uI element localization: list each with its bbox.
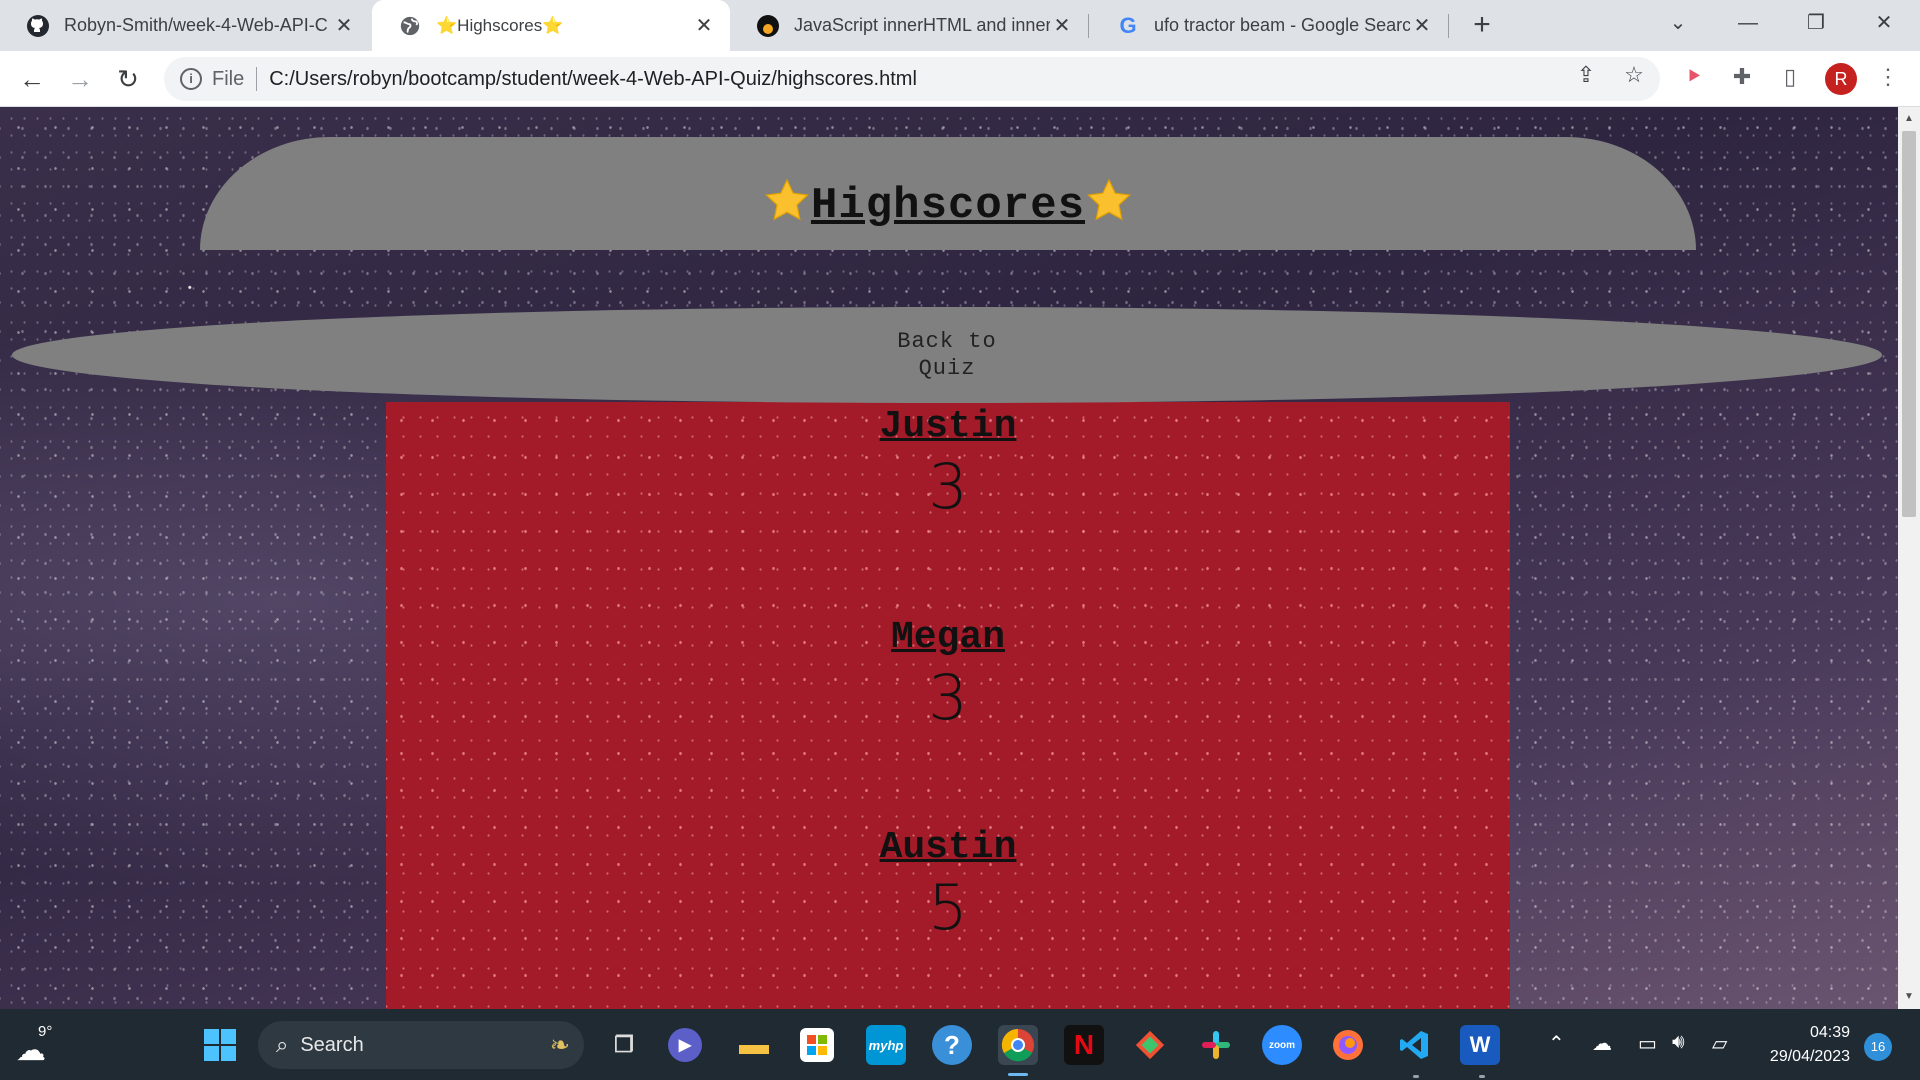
side-panel-icon[interactable]: ▯ bbox=[1776, 63, 1804, 91]
screencastify-icon[interactable]: ⯈ bbox=[1680, 63, 1708, 91]
back-to-quiz-button[interactable]: Back to Quiz bbox=[12, 307, 1882, 403]
page-viewport: Highscores Back to Quiz Justin 3 Megan 3… bbox=[0, 107, 1898, 1009]
star-icon bbox=[1085, 177, 1133, 225]
netflix-icon[interactable]: N bbox=[1064, 1025, 1104, 1065]
tab-divider bbox=[1448, 14, 1449, 38]
tab-title: ufo tractor beam - Google Searcl bbox=[1154, 15, 1410, 35]
clock-date: 29/04/2023 bbox=[1769, 1048, 1850, 1065]
vscode-icon[interactable] bbox=[1394, 1025, 1434, 1065]
tab-google-search[interactable]: G ufo tractor beam - Google Searcl ✕ bbox=[1090, 0, 1448, 51]
protocol-label: File bbox=[212, 67, 245, 90]
back-arrow-icon[interactable]: ← bbox=[16, 63, 48, 95]
weather-widget[interactable]: ☁ 9° bbox=[12, 1023, 72, 1067]
score-entry: Justin 3 bbox=[386, 405, 1510, 523]
running-app-indicator bbox=[1479, 1075, 1485, 1078]
system-clock[interactable]: 04:39 29/04/2023 bbox=[1752, 1021, 1850, 1069]
star-icon bbox=[763, 177, 811, 225]
close-window-icon[interactable]: ✕ bbox=[1866, 8, 1902, 38]
store-icon[interactable] bbox=[800, 1028, 834, 1062]
tab-strip: Robyn-Smith/week-4-Web-API-C ✕ ⭐Highscor… bbox=[0, 0, 1920, 51]
back-to-quiz-label: Back to Quiz bbox=[897, 329, 997, 381]
player-score: 3 bbox=[928, 661, 968, 734]
url-text[interactable]: C:/Users/robyn/bootcamp/student/week-4-W… bbox=[269, 68, 917, 91]
reload-icon[interactable]: ↻ bbox=[112, 63, 144, 95]
extensions-puzzle-icon[interactable]: ✚ bbox=[1728, 63, 1756, 91]
close-icon[interactable]: ✕ bbox=[692, 14, 716, 38]
scroll-down-icon[interactable]: ▼ bbox=[1903, 991, 1915, 1002]
weather-temp: 9° bbox=[38, 1023, 53, 1040]
slack-icon[interactable] bbox=[1196, 1025, 1236, 1065]
close-icon[interactable]: ✕ bbox=[1410, 14, 1434, 38]
close-icon[interactable]: ✕ bbox=[332, 14, 356, 38]
search-icon: ⌕ bbox=[276, 1032, 289, 1057]
player-score: 5 bbox=[928, 871, 968, 944]
tab-divider bbox=[1088, 14, 1089, 38]
bookmark-star-icon[interactable]: ☆ bbox=[1620, 61, 1648, 89]
page-title: Highscores bbox=[200, 137, 1696, 231]
address-divider bbox=[256, 67, 258, 91]
address-bar[interactable]: i File C:/Users/robyn/bootcamp/student/w… bbox=[164, 57, 1660, 101]
taskbar-search[interactable]: ⌕ Search ❧ bbox=[258, 1021, 584, 1069]
git-icon[interactable] bbox=[1130, 1025, 1170, 1065]
profile-avatar[interactable]: R bbox=[1825, 63, 1857, 95]
minimize-icon[interactable]: — bbox=[1730, 8, 1766, 38]
tab-search-chevron-icon[interactable]: ⌄ bbox=[1660, 8, 1696, 38]
forward-arrow-icon[interactable]: → bbox=[64, 63, 96, 95]
medium-icon bbox=[756, 14, 780, 38]
zoom-icon[interactable]: zoom bbox=[1262, 1025, 1302, 1065]
scrollbar-thumb[interactable] bbox=[1902, 131, 1916, 517]
header-dome: Highscores bbox=[200, 137, 1696, 250]
info-icon[interactable]: i bbox=[180, 68, 202, 90]
tab-github[interactable]: Robyn-Smith/week-4-Web-API-C ✕ bbox=[0, 0, 370, 51]
share-icon[interactable]: ⇪ bbox=[1572, 61, 1600, 89]
player-name: Austin bbox=[879, 826, 1017, 869]
volume-icon[interactable]: 🔊︎ bbox=[1672, 1031, 1685, 1054]
menu-kebab-icon[interactable]: ⋮ bbox=[1874, 63, 1902, 91]
score-entry: Austin 5 bbox=[386, 826, 1510, 944]
task-view-icon[interactable]: ❐ bbox=[604, 1025, 644, 1065]
notification-badge[interactable]: 16 bbox=[1864, 1033, 1892, 1061]
tab-title: JavaScript innerHTML and innerT bbox=[794, 15, 1050, 35]
search-highlight-icon: ❧ bbox=[549, 1031, 570, 1059]
running-app-indicator bbox=[1413, 1075, 1419, 1078]
close-icon[interactable]: ✕ bbox=[1050, 14, 1074, 38]
globe-icon bbox=[398, 14, 422, 38]
browser-toolbar: ← → ↻ i File C:/Users/robyn/bootcamp/stu… bbox=[0, 51, 1920, 107]
player-name: Justin bbox=[879, 405, 1017, 448]
teams-icon[interactable]: ▶ bbox=[668, 1028, 702, 1062]
scroll-up-icon[interactable]: ▲ bbox=[1903, 113, 1915, 124]
start-icon[interactable] bbox=[200, 1025, 240, 1065]
score-entry: Megan 3 bbox=[386, 616, 1510, 734]
page-title-text: Highscores bbox=[810, 181, 1086, 231]
search-label: Search bbox=[300, 1033, 364, 1056]
active-app-indicator bbox=[1008, 1073, 1028, 1076]
new-tab-button[interactable]: + bbox=[1466, 10, 1498, 42]
page-scrollbar[interactable]: ▲ ▼ bbox=[1898, 107, 1920, 1009]
file-explorer-icon[interactable]: ▬ bbox=[734, 1025, 774, 1065]
github-icon bbox=[26, 14, 50, 38]
tab-highscores[interactable]: ⭐Highscores⭐ ✕ bbox=[372, 0, 730, 51]
show-hidden-icons-chevron-icon[interactable]: ⌃ bbox=[1548, 1031, 1565, 1056]
network-icon[interactable]: ▭ bbox=[1638, 1031, 1657, 1056]
myhp-icon[interactable]: myhp bbox=[866, 1025, 906, 1065]
word-icon[interactable]: W bbox=[1460, 1025, 1500, 1065]
tab-javascript-article[interactable]: JavaScript innerHTML and innerT ✕ bbox=[730, 0, 1088, 51]
player-name: Megan bbox=[890, 616, 1006, 659]
tab-title: Robyn-Smith/week-4-Web-API-C bbox=[64, 15, 328, 35]
player-score: 3 bbox=[928, 450, 968, 523]
chrome-icon[interactable] bbox=[998, 1025, 1038, 1065]
onedrive-cloud-icon[interactable]: ☁ bbox=[1592, 1031, 1612, 1056]
clock-time: 04:39 bbox=[1809, 1024, 1850, 1041]
windows-taskbar: ☁ 9° ⌕ Search ❧ ❐ ▶ ▬ myhp ? N zoom W ⌃ … bbox=[0, 1009, 1920, 1080]
google-icon: G bbox=[1119, 12, 1137, 38]
battery-icon[interactable]: ▱ bbox=[1712, 1031, 1727, 1056]
tab-title: ⭐Highscores⭐ bbox=[436, 15, 564, 35]
firefox-icon[interactable] bbox=[1328, 1025, 1368, 1065]
help-icon[interactable]: ? bbox=[932, 1025, 972, 1065]
restore-icon[interactable]: ❐ bbox=[1798, 8, 1834, 38]
